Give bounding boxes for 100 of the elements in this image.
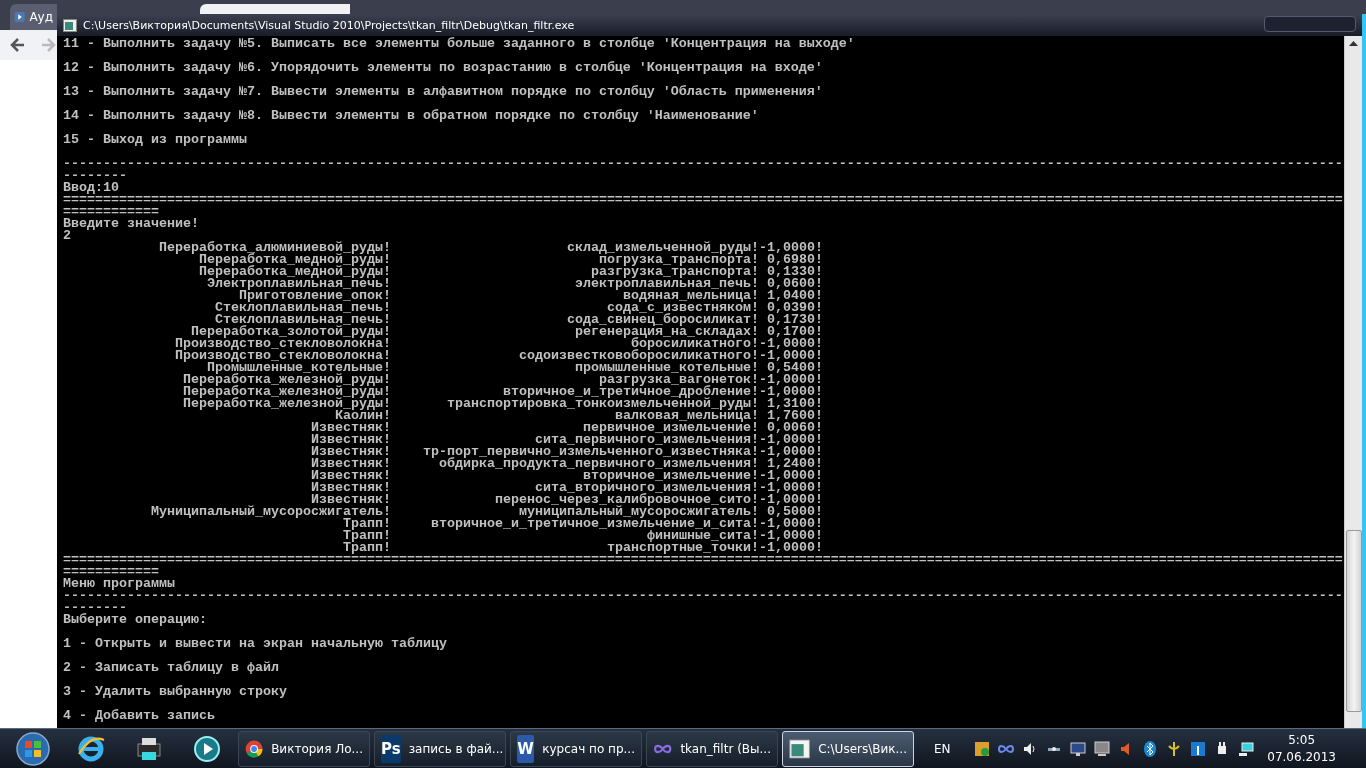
table-cell-text: Известняк!: [311, 494, 391, 506]
monitor-icon[interactable]: [1092, 739, 1111, 758]
taskbar-button[interactable]: W курсач по пр...: [510, 730, 642, 767]
console-window-icon: [789, 736, 811, 761]
console-text: 2: [63, 230, 71, 242]
table-cell-text: склад_измельченной_руды!: [566, 242, 759, 254]
taskbar-button[interactable]: Ps запись в фай...: [374, 730, 506, 767]
table-cell-text: разгрузка_вагонеток!: [599, 374, 759, 386]
console-text: Введите значение!: [63, 218, 200, 230]
table-cell-text: транспортировка_тонкоизмельченной_руды!: [446, 398, 759, 410]
table-cell-text: водяная_мельница!: [623, 290, 759, 302]
browser-tab[interactable]: Ауд: [10, 4, 57, 30]
taskbar-button[interactable]: Виктория Ло...: [238, 730, 370, 767]
window-title: C:\Users\Виктория\Documents\Visual Studio 2010\Projects\tkan_filtr\Debug\tkan_filtr.exe: [83, 18, 575, 32]
table-cell-text: сита_вторичного_измельчения!: [535, 482, 759, 494]
table-cell-text: перенос_через_калибровочное_сито!: [494, 494, 759, 506]
console-text: 2 - Записать таблицу в файл: [63, 662, 280, 674]
table-cell-text: Промышленные_котельные!: [207, 362, 391, 374]
table-cell-text: Известняк!: [310, 458, 391, 470]
table-cell: -1,0000!: [759, 542, 823, 554]
table-cell-text: муниципальный_мусоросжигатель!: [519, 506, 759, 518]
photoshop-icon: Ps: [381, 734, 401, 763]
table-cell: -1,0000!: [759, 338, 823, 350]
console-rule: ============: [63, 206, 159, 218]
console-rule: ============: [63, 566, 160, 578]
table-cell-text: Приготовление_опок!: [239, 290, 391, 302]
table-cell-text: Трапп!: [342, 530, 391, 542]
table-cell-text: 0,0390!: [766, 302, 823, 314]
table-cell: -1,0000!: [759, 518, 823, 530]
table-cell-text: Трапп!: [342, 542, 391, 554]
table-cell-text: 1,2400!: [767, 458, 823, 470]
table-cell: -1,0000!: [759, 470, 823, 482]
table-cell-text: сода_свинец_боросиликат!: [566, 314, 759, 326]
table-cell-text: 0,1330!: [766, 266, 823, 278]
table-cell-text: Каолин!: [335, 410, 391, 422]
table-cell-text: Переработка_золотой_руды!: [191, 326, 391, 338]
table-cell-text: 0,5000!: [767, 506, 823, 518]
table-cell-text: 0,0060!: [767, 422, 823, 434]
table-cell-text: Известняк!: [310, 422, 391, 434]
scrollbar[interactable]: [1344, 36, 1362, 728]
table-cell-text: финишные_сита!: [647, 530, 759, 542]
table-cell-text: сода_с_известняком!: [607, 302, 759, 314]
table-cell-text: Известняк!: [310, 470, 391, 482]
network-check-icon[interactable]: [972, 739, 991, 758]
table-cell-text: Переработка_медной_руды!: [199, 254, 391, 266]
console-text: Выберите операцию:: [63, 614, 208, 626]
start-button[interactable]: [15, 730, 51, 767]
monitor-network-icon[interactable]: [1068, 739, 1087, 758]
scroll-thumb[interactable]: [1345, 530, 1362, 712]
table-cell-text: 1,0400!: [766, 290, 823, 302]
clock-time: 5:05: [1288, 733, 1316, 747]
play-icon[interactable]: [192, 733, 222, 764]
table-cell-text: вторичное_измельчение!: [583, 470, 759, 482]
table-cell: -1,0000!: [759, 434, 823, 446]
table-cell-text: боросиликатного!: [631, 338, 759, 350]
table-cell-text: Известняк!: [310, 446, 391, 458]
console-text: 15 - Выход из программы: [63, 134, 248, 146]
table-cell-text: транспортные_точки!: [606, 542, 759, 554]
console-rule: ----------------------------------------------------------------------------------------------------------------------------------------------------------------: [63, 158, 1344, 170]
table-cell-text: 1,7600!: [766, 410, 823, 422]
taskbar-button[interactable]: C:\Users\Вик...: [782, 730, 914, 767]
console-rule: --------: [63, 170, 128, 182]
table-cell-text: содоизвестковоборосиликатного!: [518, 350, 759, 362]
console-text: Ввод:10: [63, 182, 120, 194]
table-cell-text: тр-порт_первично_измельченного_известняка!: [422, 446, 759, 458]
table-cell-text: Производство_стекловолокна!: [174, 338, 391, 350]
table-cell-text: Трапп!: [343, 518, 391, 530]
page-icon: [14, 10, 26, 24]
table-cell: -1,0000!: [759, 350, 823, 362]
language-indicator[interactable]: EN: [934, 741, 951, 756]
table-cell-text: погрузка_транспорта!: [599, 254, 759, 266]
console-text: 11 - Выполнить задачу №5. Выписать все элементы больше заданного в столбце 'Концентрация на выходе': [63, 38, 856, 50]
table-cell-text: промышленные_котельные!: [575, 362, 759, 374]
table-cell-text: 0,1730!: [766, 314, 823, 326]
table-cell-text: Стеклоплавильная_печь!: [215, 314, 391, 326]
table-cell-text: 0,6980!: [767, 254, 823, 266]
table-cell-text: вторичное_и_третичное_измельчение_и_сита!: [430, 518, 759, 530]
table-cell-text: регенерация_на_складах!: [575, 326, 759, 338]
table-cell-text: 0,5400!: [767, 362, 823, 374]
table-cell-text: разгрузка_транспорта!: [591, 266, 759, 278]
clock-date: 07.06.2013: [1267, 750, 1336, 764]
console-window-icon: [63, 18, 77, 32]
table-cell-text: Переработка_алюминиевой_руды!: [158, 242, 391, 254]
table-cell: -1,0000!: [759, 494, 823, 506]
table-cell-text: электроплавильная_печь!: [574, 278, 759, 290]
table-cell-text: Переработка_железной_руды!: [182, 398, 391, 410]
network-icon[interactable]: [1236, 739, 1255, 758]
table-cell-text: 0,0600!: [766, 278, 823, 290]
table-cell-text: 1,3100!: [767, 398, 823, 410]
table-cell-text: Муниципальный_мусоросжигатель!: [150, 506, 391, 518]
table-cell: -1,0000!: [759, 530, 823, 542]
console-text: 3 - Удалить выбранную строку: [63, 686, 288, 698]
table-cell-text: Электроплавильная_печь!: [207, 278, 391, 290]
taskbar-button[interactable]: tkan_filtr (Вы...: [646, 730, 778, 767]
table-cell: -1,0000!: [759, 386, 823, 398]
word-icon: W: [517, 734, 535, 763]
table-cell-text: 0,1700!: [767, 326, 823, 338]
table-cell-text: первичное_измельчение!: [583, 422, 759, 434]
console-rule: ================================================================================================================================================================: [63, 194, 1344, 206]
clock[interactable]: 5:05 07.06.2013: [1267, 733, 1336, 764]
